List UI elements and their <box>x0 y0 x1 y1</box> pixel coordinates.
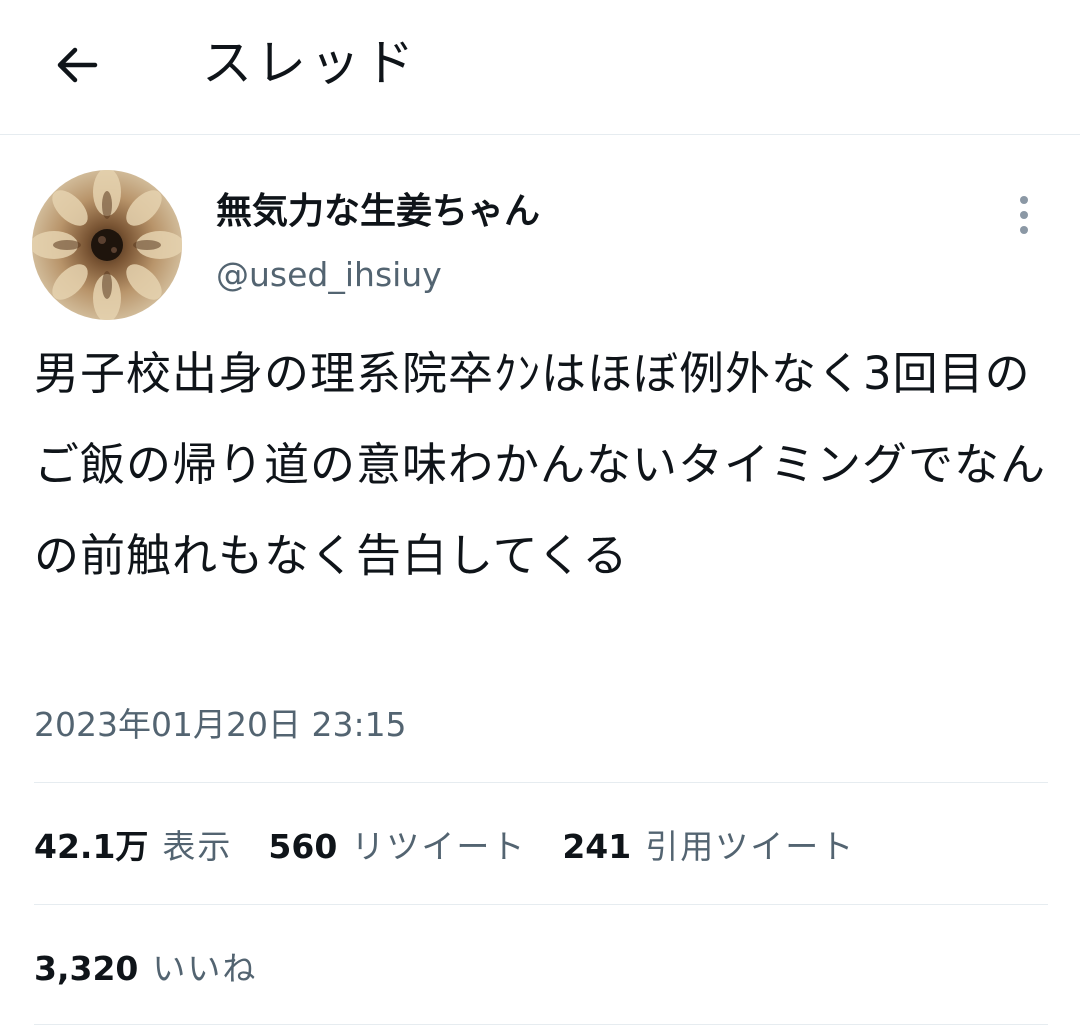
back-button[interactable] <box>40 28 114 102</box>
likes-label: いいね <box>152 949 258 988</box>
tweet-stats: 42.1万 表示 560 リツイート 241 引用ツイート <box>34 816 891 872</box>
more-options-button[interactable] <box>1004 188 1044 242</box>
retweets-stat[interactable]: 560 リツイート <box>268 820 526 868</box>
tweet-timestamp[interactable]: 2023年01月20日 23:15 <box>34 700 407 750</box>
retweets-label: リツイート <box>351 827 527 866</box>
tweet-text: 男子校出身の理系院卒ｸﾝはほぼ例外なく3回目のご飯の帰り道の意味わかんないタイミ… <box>34 347 1047 582</box>
page-title: スレッド <box>202 34 418 92</box>
author-handle[interactable]: @used_ihsiuy <box>216 250 442 300</box>
retweets-count: 560 <box>268 827 338 866</box>
avatar-photo <box>32 170 182 320</box>
views-label: 表示 <box>162 827 233 866</box>
divider <box>34 782 1048 783</box>
avatar[interactable] <box>32 170 182 320</box>
likes-count: 3,320 <box>34 949 139 988</box>
author-display-name[interactable]: 無気力な生姜ちゃん <box>216 186 540 238</box>
views-count: 42.1万 <box>34 827 149 866</box>
quotes-label: 引用ツイート <box>645 827 856 866</box>
views-stat: 42.1万 表示 <box>34 820 232 868</box>
more-vertical-icon <box>1020 196 1028 234</box>
likes-stat[interactable]: 3,320 いいね <box>34 942 257 990</box>
arrow-left-icon <box>57 47 98 83</box>
thread-header: スレッド <box>0 0 1080 135</box>
divider <box>34 1024 1048 1025</box>
likes-stats: 3,320 いいね <box>34 938 293 994</box>
quotes-stat[interactable]: 241 引用ツイート <box>562 820 855 868</box>
divider <box>34 904 1048 905</box>
quotes-count: 241 <box>562 827 632 866</box>
